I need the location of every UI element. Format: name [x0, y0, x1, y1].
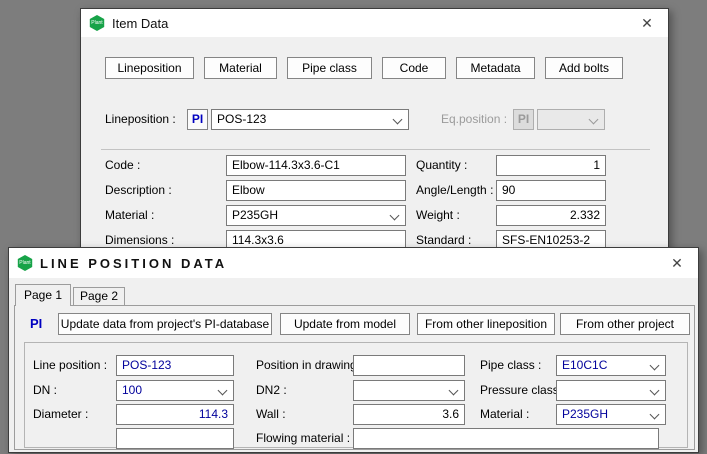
item-data-title: Item Data	[112, 16, 168, 31]
diameter-field[interactable]: 114.3	[116, 404, 234, 425]
update-from-model-button[interactable]: Update from model	[280, 313, 410, 335]
line-position-label: Line position :	[33, 355, 107, 375]
angle-length-label: Angle/Length :	[416, 180, 493, 200]
from-other-lineposition-button[interactable]: From other lineposition	[417, 313, 555, 335]
angle-length-field[interactable]: 90	[496, 180, 606, 201]
item-data-titlebar[interactable]: Plant Item Data ✕	[81, 9, 668, 37]
update-from-pi-database-button[interactable]: Update data from project's PI-database	[58, 313, 272, 335]
item-data-dialog: Plant Item Data ✕ Lineposition Material …	[80, 8, 669, 260]
tab-page-1[interactable]: Page 1	[15, 284, 71, 306]
description-field[interactable]: Elbow	[226, 180, 406, 201]
add-bolts-button[interactable]: Add bolts	[545, 57, 623, 79]
flowing-material-field[interactable]	[353, 428, 659, 449]
from-other-project-button[interactable]: From other project	[560, 313, 690, 335]
code-field[interactable]: Elbow-114.3x3.6-C1	[226, 155, 406, 176]
dn-combobox[interactable]: 100	[116, 380, 234, 401]
material-value-2: P235GH	[562, 407, 608, 421]
dn2-label: DN2 :	[256, 380, 287, 400]
app-icon: Plant	[17, 255, 33, 271]
pressure-class-combobox[interactable]	[556, 380, 666, 401]
dn2-combobox[interactable]	[353, 380, 465, 401]
app-icon: Plant	[89, 15, 105, 31]
material-combobox-2[interactable]: P235GH	[556, 404, 666, 425]
lineposition-value: POS-123	[217, 112, 266, 126]
pipe-class-value: E10C1C	[562, 358, 607, 372]
wall-field[interactable]: 3.6	[353, 404, 465, 425]
flowing-material-label: Flowing material :	[256, 428, 350, 448]
chevron-down-icon	[650, 410, 660, 420]
chevron-down-icon	[393, 115, 403, 125]
chevron-down-icon	[390, 211, 400, 221]
quantity-label: Quantity :	[416, 155, 467, 175]
position-in-drawing-field[interactable]	[353, 355, 465, 376]
dn-value: 100	[122, 383, 142, 397]
lineposition-combobox[interactable]: POS-123	[211, 109, 409, 130]
extra-field[interactable]	[116, 428, 234, 449]
material-button[interactable]: Material	[204, 57, 277, 79]
pi-label[interactable]: PI	[30, 313, 42, 335]
material-label-2: Material :	[480, 404, 529, 424]
eq-position-label: Eq.position :	[441, 109, 507, 129]
description-label: Description :	[105, 180, 172, 200]
weight-field[interactable]: 2.332	[496, 205, 606, 226]
tab-panel-page-1: PI Update data from project's PI-databas…	[14, 305, 695, 450]
desktop-background: Plant Item Data ✕ Lineposition Material …	[0, 0, 707, 454]
pipe-class-combobox[interactable]: E10C1C	[556, 355, 666, 376]
metadata-button[interactable]: Metadata	[456, 57, 535, 79]
line-position-title: LINE POSITION DATA	[40, 256, 227, 271]
eq-position-combobox	[537, 109, 605, 130]
separator	[101, 149, 650, 150]
lineposition-button[interactable]: Lineposition	[105, 57, 194, 79]
dn-label: DN :	[33, 380, 57, 400]
chevron-down-icon	[589, 115, 599, 125]
line-position-data-dialog: Plant LINE POSITION DATA ✕ Page 1 Page 2…	[8, 247, 699, 453]
line-position-titlebar[interactable]: Plant LINE POSITION DATA ✕	[9, 248, 698, 278]
weight-label: Weight :	[416, 205, 460, 225]
eq-position-pi-button: PI	[513, 109, 534, 130]
lineposition-pi-button[interactable]: PI	[187, 109, 208, 130]
chevron-down-icon	[650, 361, 660, 371]
pipe-class-label: Pipe class :	[480, 355, 541, 375]
code-button[interactable]: Code	[382, 57, 446, 79]
quantity-field[interactable]: 1	[496, 155, 606, 176]
code-label: Code :	[105, 155, 140, 175]
chevron-down-icon	[218, 386, 228, 396]
line-position-groupbox: Line position : POS-123 DN : 100 Diamete…	[24, 342, 688, 448]
pressure-class-label: Pressure class :	[480, 380, 565, 400]
wall-label: Wall :	[256, 404, 286, 424]
lineposition-label: Lineposition :	[105, 109, 176, 129]
chevron-down-icon	[449, 386, 459, 396]
line-position-field[interactable]: POS-123	[116, 355, 234, 376]
pipe-class-button[interactable]: Pipe class	[287, 57, 372, 79]
close-icon[interactable]: ✕	[632, 12, 662, 34]
tab-page-2[interactable]: Page 2	[73, 287, 125, 305]
close-icon[interactable]: ✕	[662, 252, 692, 274]
position-in-drawing-label: Position in drawing :	[256, 355, 363, 375]
chevron-down-icon	[650, 386, 660, 396]
material-label: Material :	[105, 205, 154, 225]
material-value: P235GH	[232, 208, 278, 222]
material-combobox[interactable]: P235GH	[226, 205, 406, 226]
diameter-label: Diameter :	[33, 404, 88, 424]
